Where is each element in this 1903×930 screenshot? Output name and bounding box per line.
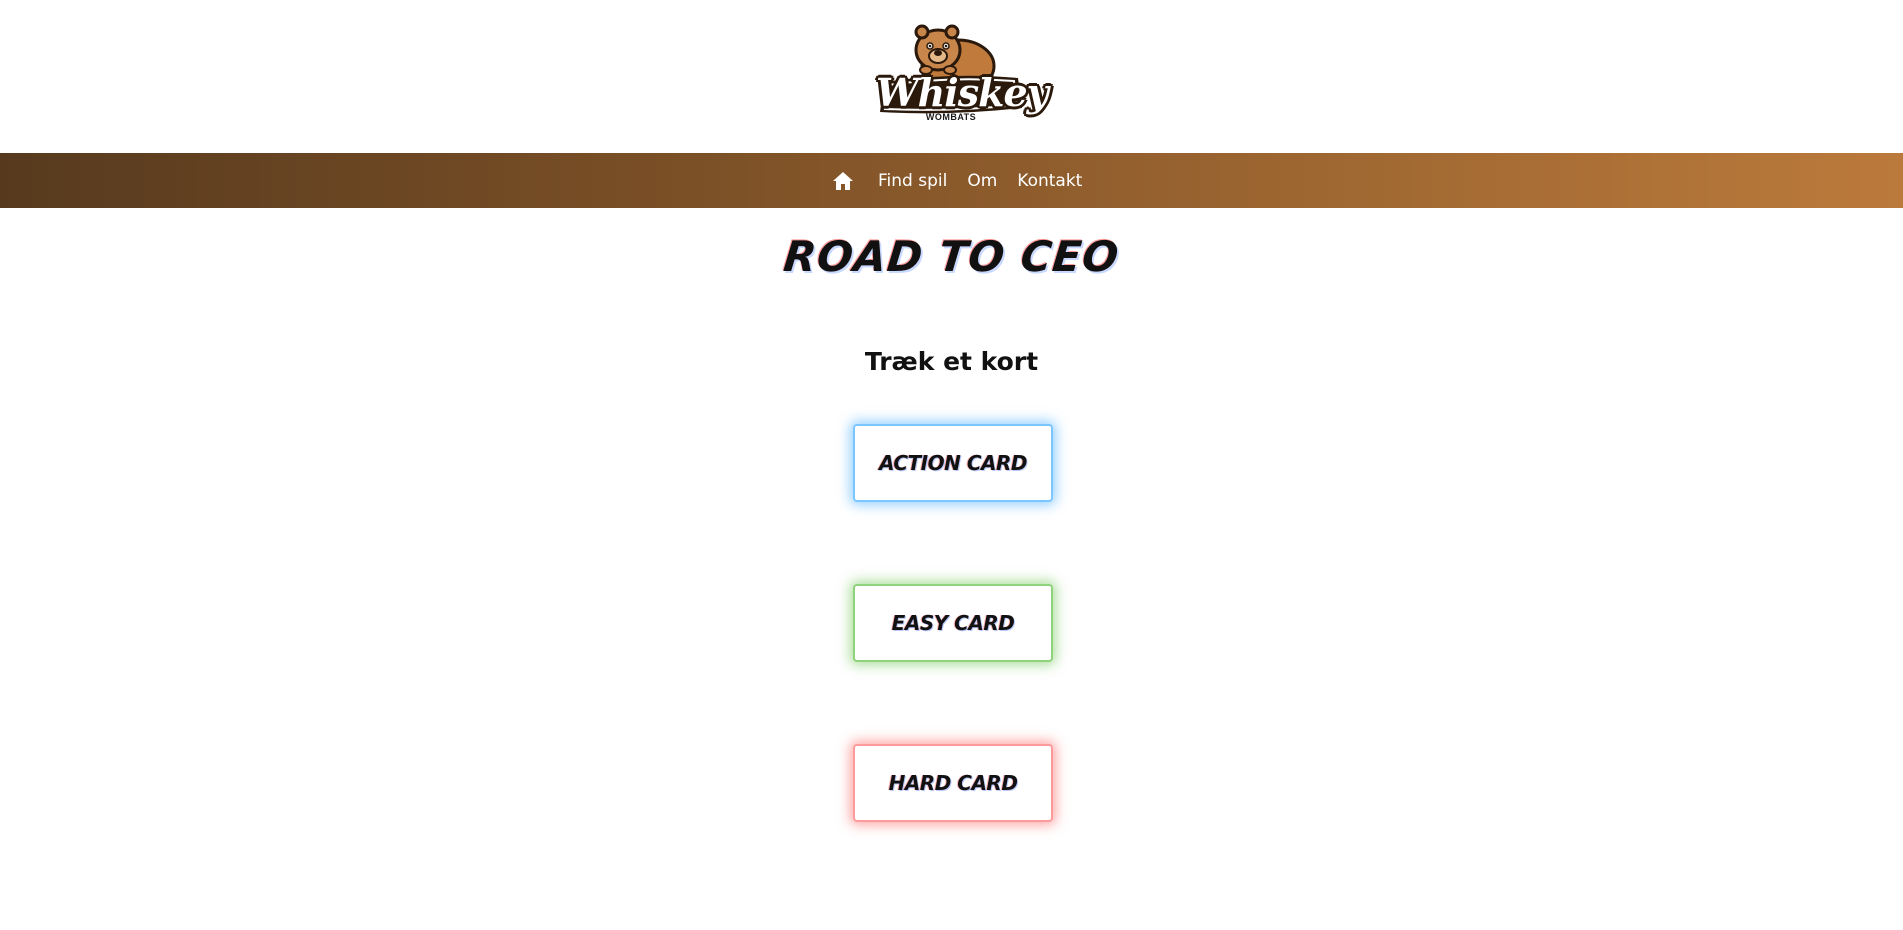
- action-card-label: ACTION CARD: [879, 451, 1028, 475]
- nav-link-om[interactable]: Om: [967, 171, 997, 191]
- action-card-button[interactable]: ACTION CARD: [853, 424, 1053, 502]
- logo-subtitle: WOMBATS: [925, 112, 977, 122]
- logo-title: Whiskey: [876, 70, 1049, 115]
- page-title: ROAD TO CEO: [781, 232, 1122, 281]
- main-navbar: Find spil Om Kontakt: [0, 153, 1903, 208]
- draw-card-heading: Træk et kort: [864, 347, 1039, 376]
- hard-card-button[interactable]: HARD CARD: [853, 744, 1053, 822]
- nav-links: Find spil Om Kontakt: [830, 153, 1082, 208]
- site-header: Whiskey WOMBATS: [0, 0, 1903, 153]
- site-logo[interactable]: Whiskey WOMBATS: [876, 22, 1049, 126]
- nav-link-kontakt[interactable]: Kontakt: [1017, 171, 1082, 191]
- home-icon: [833, 171, 853, 190]
- easy-card-label: EASY CARD: [891, 611, 1015, 635]
- nav-home-button[interactable]: [830, 168, 856, 194]
- easy-card-button[interactable]: EASY CARD: [853, 584, 1053, 662]
- hard-card-label: HARD CARD: [888, 771, 1018, 795]
- nav-link-find-spil[interactable]: Find spil: [878, 171, 947, 191]
